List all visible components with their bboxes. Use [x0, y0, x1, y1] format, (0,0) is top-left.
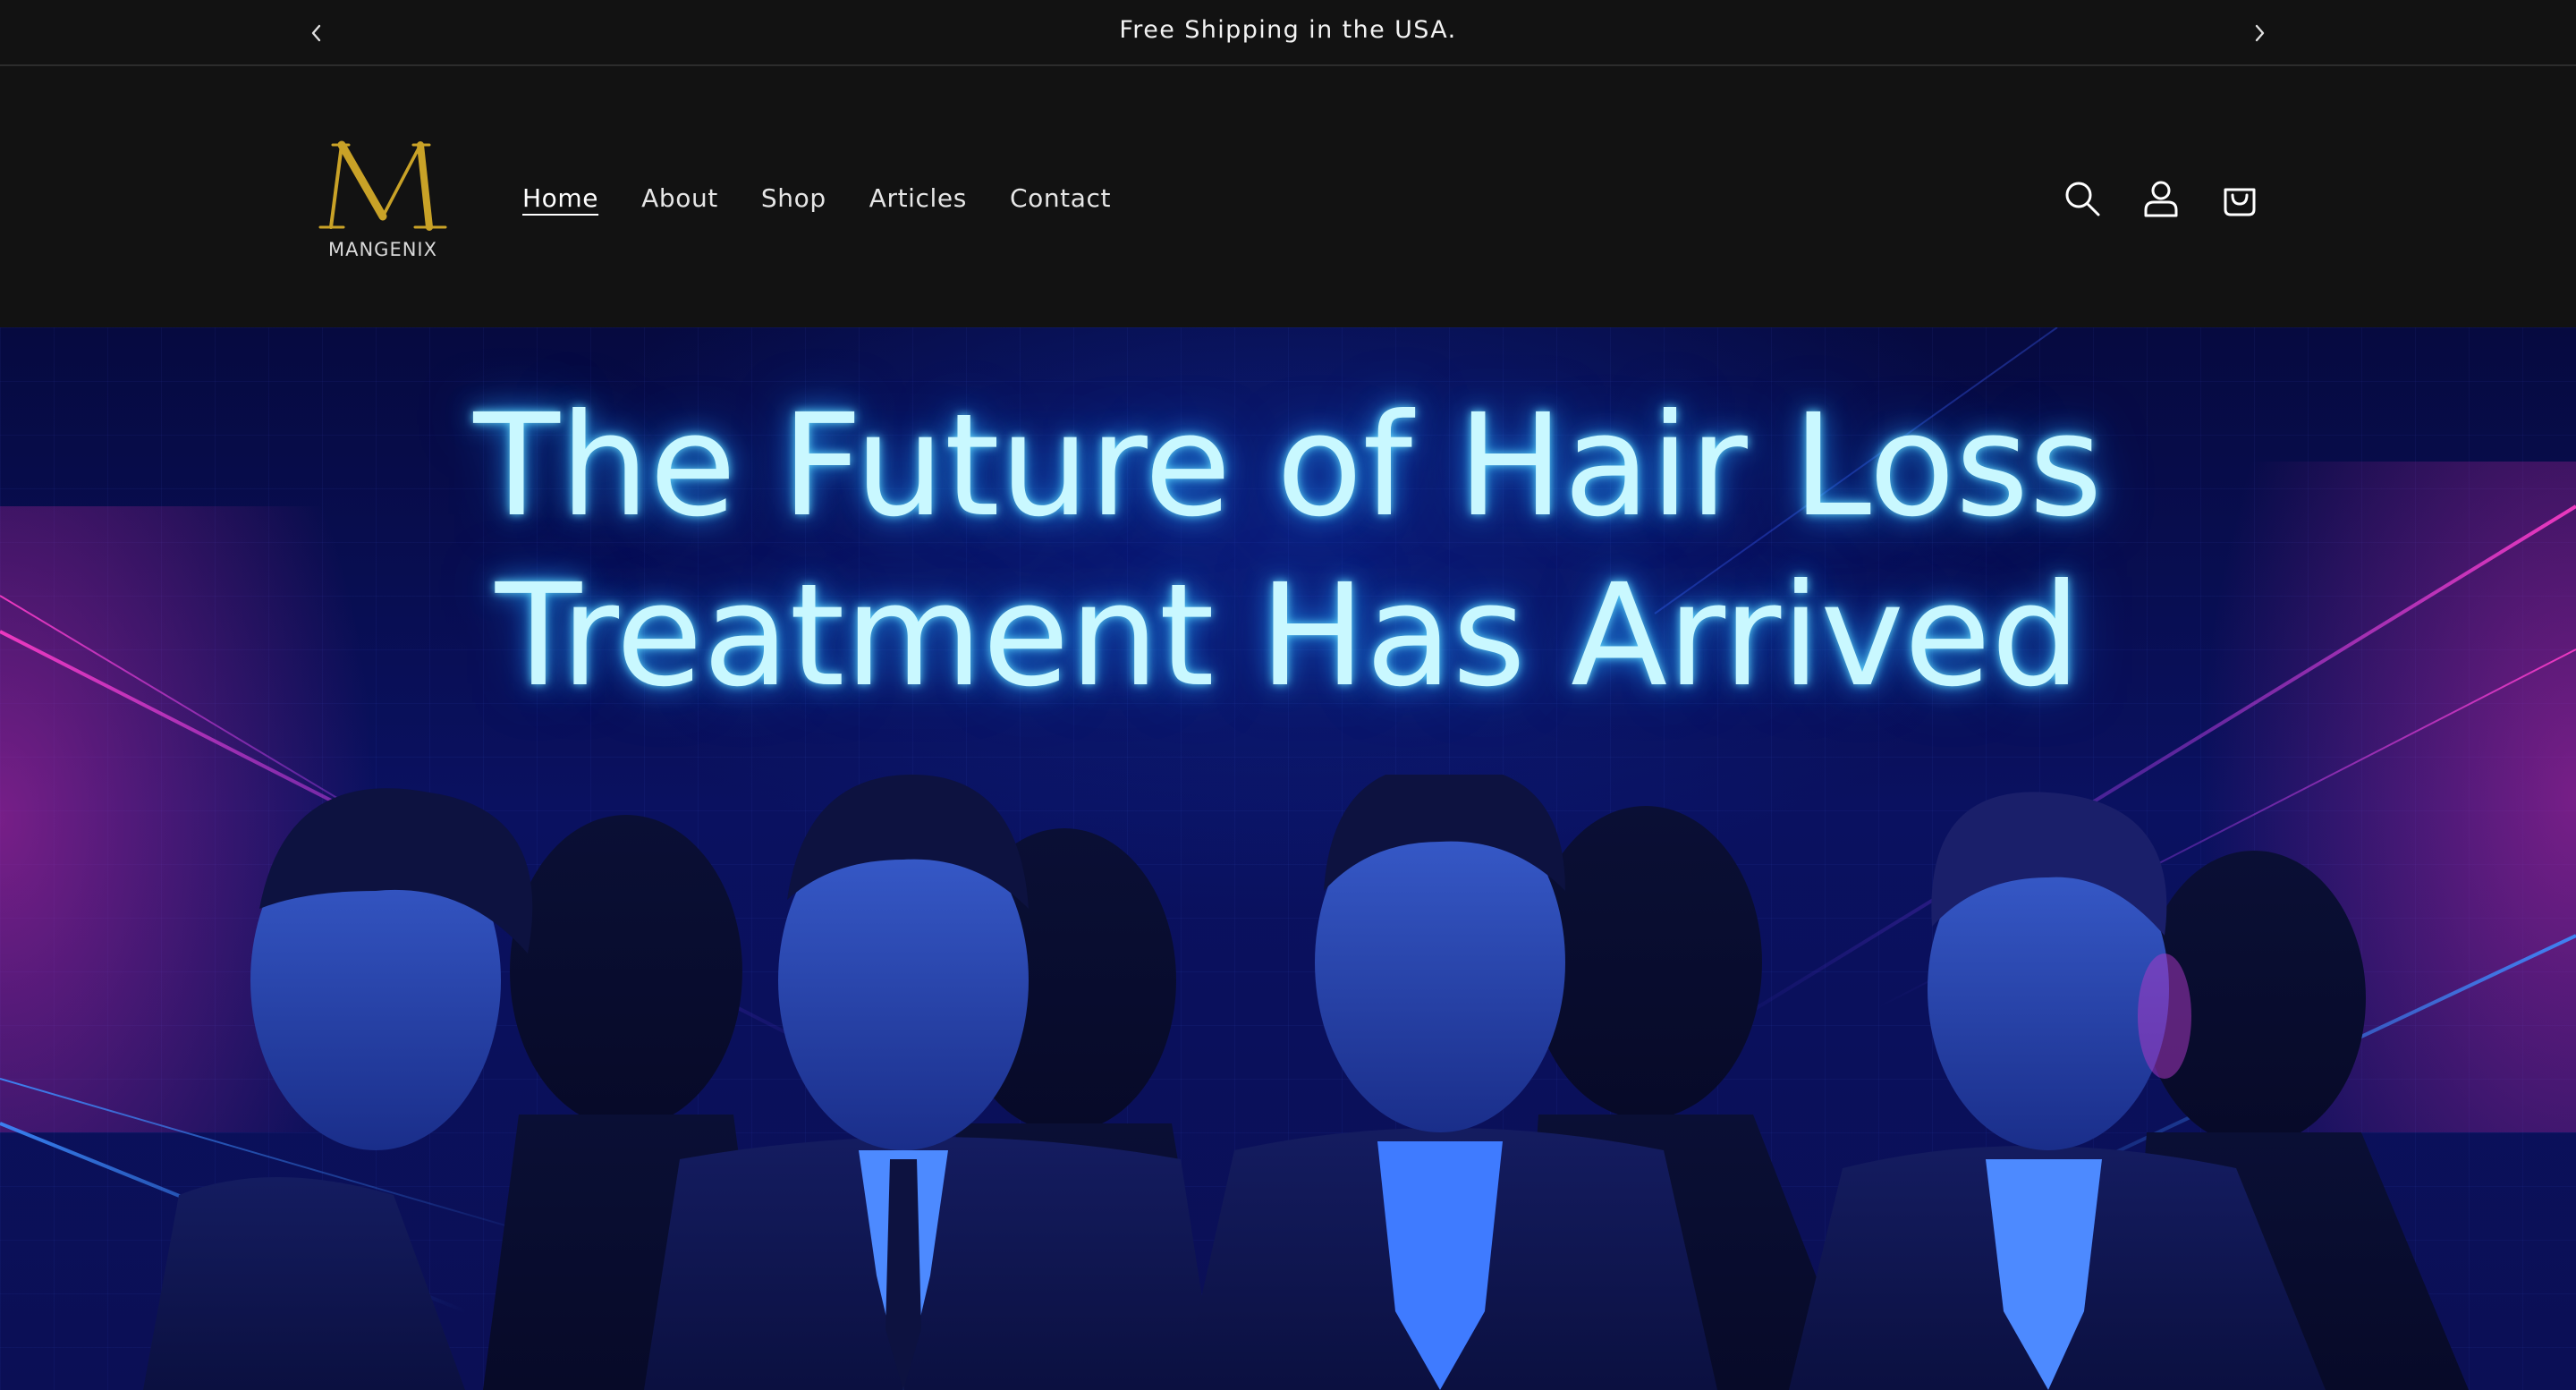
announcement-next-button[interactable] — [2243, 17, 2275, 49]
hero-image-men-silhouettes — [143, 775, 2469, 1390]
main-nav: Home About Shop Articles Contact — [522, 182, 1154, 215]
account-button[interactable] — [2136, 174, 2186, 224]
header-icons — [2057, 174, 2293, 224]
nav-shop[interactable]: Shop — [761, 182, 826, 215]
hero-headline: The Future of Hair Loss Treatment Has Ar… — [0, 381, 2576, 721]
announcement-bar: Free Shipping in the USA. — [0, 0, 2576, 66]
nav-contact[interactable]: Contact — [1010, 182, 1111, 215]
announcement-text: Free Shipping in the USA. — [1119, 16, 1457, 44]
search-button[interactable] — [2057, 174, 2107, 224]
logo-wordmark: MANGENIX — [327, 239, 438, 260]
hero-banner[interactable]: The Future of Hair Loss Treatment Has Ar… — [0, 327, 2576, 1390]
cart-button[interactable] — [2215, 174, 2265, 224]
nav-home[interactable]: Home — [522, 182, 598, 215]
site-header: MANGENIX Home About Shop Articles Contac… — [0, 68, 2576, 327]
brand-logo[interactable]: MANGENIX — [315, 138, 451, 263]
logo-monogram — [318, 140, 447, 231]
cart-icon — [2224, 188, 2256, 216]
chevron-right-icon — [2255, 24, 2265, 42]
hero-headline-line-1: The Future of Hair Loss — [473, 384, 2103, 548]
account-icon — [2144, 181, 2178, 217]
nav-about[interactable]: About — [641, 182, 718, 215]
search-icon — [2065, 182, 2100, 216]
nav-articles[interactable]: Articles — [869, 182, 967, 215]
hero-headline-line-2: Treatment Has Arrived — [495, 554, 2081, 718]
